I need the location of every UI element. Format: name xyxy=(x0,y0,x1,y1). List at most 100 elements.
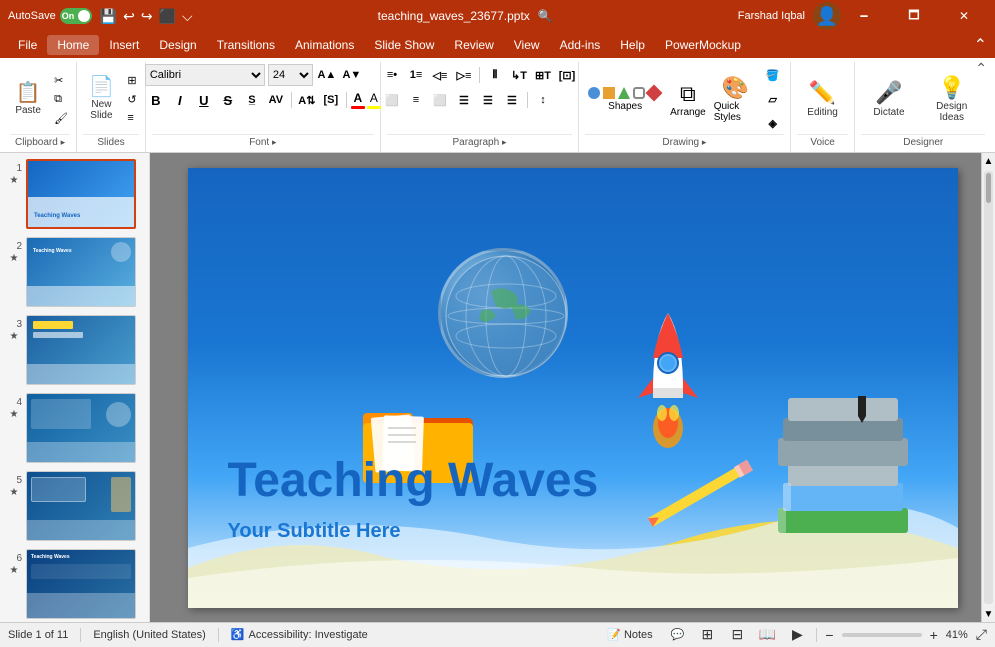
align-center-button[interactable]: ≡ xyxy=(405,89,427,111)
menu-animations[interactable]: Animations xyxy=(285,35,364,55)
menu-view[interactable]: View xyxy=(504,35,550,55)
justify-button[interactable]: ☰ xyxy=(453,89,475,111)
zoom-slider[interactable] xyxy=(842,633,922,637)
underline-button[interactable]: U xyxy=(193,89,215,111)
maximize-button[interactable]: 🗖 xyxy=(891,0,937,32)
scroll-down-button[interactable]: ▼ xyxy=(982,606,995,622)
highlight-color-button[interactable]: A xyxy=(367,91,381,109)
reading-view-button[interactable]: 📖 xyxy=(756,624,778,646)
slide-thumb-6[interactable]: 6 ★ Teaching Waves xyxy=(4,547,145,621)
autosave-label: AutoSave xyxy=(8,10,56,22)
font-color-button[interactable]: A xyxy=(351,91,365,109)
slide-layout-button[interactable]: ⊞ xyxy=(123,72,140,89)
bold-button[interactable]: B xyxy=(145,89,167,111)
align-left-button[interactable]: ⬜ xyxy=(381,89,403,111)
smartart-button[interactable]: [⊡] xyxy=(556,64,578,86)
undo-icon[interactable]: ↩ xyxy=(123,8,135,25)
char-spacing-button[interactable]: AV xyxy=(265,89,287,111)
justify-right-button[interactable]: ☰ xyxy=(477,89,499,111)
save-icon[interactable]: 💾 xyxy=(100,8,117,25)
slide-sorter-button[interactable]: ⊟ xyxy=(726,624,748,646)
paste-button[interactable]: 📋 Paste xyxy=(8,80,48,119)
autosave-section: AutoSave On xyxy=(8,8,92,24)
bullets-button[interactable]: ≡• xyxy=(381,64,403,86)
slide-thumb-2[interactable]: 2 ★ Teaching Waves xyxy=(4,235,145,309)
section-button[interactable]: ≡ xyxy=(123,110,140,126)
menu-design[interactable]: Design xyxy=(149,35,206,55)
strikethrough-button[interactable]: S xyxy=(217,89,239,111)
menu-insert[interactable]: Insert xyxy=(99,35,149,55)
font-color-bar xyxy=(351,106,365,109)
comments-button[interactable]: 💬 xyxy=(667,626,689,643)
zoom-out-button[interactable]: − xyxy=(825,627,833,643)
font-family-select[interactable]: Calibri xyxy=(145,64,265,86)
slide-subtitle[interactable]: Your Subtitle Here xyxy=(228,520,401,543)
increase-indent-button[interactable]: ▷≡ xyxy=(453,64,475,86)
shape-fill-button[interactable]: 🪣 xyxy=(762,64,784,86)
cut-button[interactable]: ✂ xyxy=(50,72,72,89)
text-direction-para-button[interactable]: ↳T xyxy=(508,64,530,86)
notes-button[interactable]: 📝 Notes xyxy=(601,626,658,643)
zoom-in-button[interactable]: + xyxy=(930,627,938,643)
menu-powermockup[interactable]: PowerMockup xyxy=(655,35,751,55)
accessibility-button[interactable]: ♿ Accessibility: Investigate xyxy=(231,628,368,641)
slide-canvas[interactable]: Teaching Waves Your Subtitle Here xyxy=(188,168,958,608)
new-slide-button[interactable]: 📄 NewSlide xyxy=(81,74,121,124)
slide-thumb-4[interactable]: 4 ★ xyxy=(4,391,145,465)
fit-slide-button[interactable]: ⤢ xyxy=(976,626,987,643)
shapes-button[interactable]: Shapes xyxy=(585,84,665,115)
decrease-font-size-button[interactable]: A▼ xyxy=(341,64,363,86)
ribbon-collapse-button[interactable]: ⌃ xyxy=(975,60,987,77)
dictate-button[interactable]: 🎤 Dictate xyxy=(861,76,916,121)
menu-file[interactable]: File xyxy=(8,35,47,55)
quick-styles-button[interactable]: 🎨 Quick Styles xyxy=(711,72,760,126)
slide-thumb-1[interactable]: 1 ★ Teaching Waves xyxy=(4,157,145,231)
redo-icon[interactable]: ↪ xyxy=(141,8,153,25)
design-ideas-button[interactable]: 💡 Design Ideas xyxy=(918,71,985,127)
shape-outline-button[interactable]: ▱ xyxy=(762,88,784,110)
decrease-indent-button[interactable]: ◁≡ xyxy=(429,64,451,86)
slide-thumb-3[interactable]: 3 ★ xyxy=(4,313,145,387)
format-painter-button[interactable]: 🖌 xyxy=(50,110,72,127)
present-icon[interactable]: ⬛ xyxy=(159,8,176,25)
menu-slideshow[interactable]: Slide Show xyxy=(364,35,444,55)
editing-button[interactable]: ✏️ Editing xyxy=(795,76,850,121)
menu-help[interactable]: Help xyxy=(610,35,655,55)
slide-title[interactable]: Teaching Waves xyxy=(228,453,599,508)
line-spacing-button[interactable]: ↕ xyxy=(532,89,554,111)
columns-button[interactable]: ⫴ xyxy=(484,64,506,86)
increase-font-size-button[interactable]: A▲ xyxy=(316,64,338,86)
more-icon[interactable]: ⌵ xyxy=(182,8,193,25)
quick-access-toolbar: 💾 ↩ ↪ ⬛ ⌵ xyxy=(100,8,193,25)
arrange-label: Arrange xyxy=(670,107,706,118)
close-button[interactable]: ✕ xyxy=(941,0,987,32)
search-icon[interactable]: 🔍 xyxy=(538,9,553,23)
justify-all-button[interactable]: ☰ xyxy=(501,89,523,111)
scroll-up-button[interactable]: ▲ xyxy=(982,153,995,169)
shadow-button[interactable]: S̲ xyxy=(241,89,263,111)
shape-effects-button[interactable]: ◈ xyxy=(762,112,784,134)
font-size-select[interactable]: 24 xyxy=(268,64,313,86)
arrange-button[interactable]: ⧉ Arrange xyxy=(667,78,709,121)
menu-review[interactable]: Review xyxy=(444,35,503,55)
numbering-button[interactable]: 1≡ xyxy=(405,64,427,86)
normal-view-button[interactable]: ⊞ xyxy=(696,624,718,646)
menu-transitions[interactable]: Transitions xyxy=(207,35,285,55)
reset-button[interactable]: ↺ xyxy=(123,91,140,108)
scroll-track[interactable] xyxy=(984,171,993,604)
minimize-button[interactable]: 🗕 xyxy=(841,0,887,32)
convert-to-smartart-button[interactable]: [S] xyxy=(320,89,342,111)
slide-thumb-5[interactable]: 5 ★ xyxy=(4,469,145,543)
collapse-ribbon-icon[interactable]: ⌃ xyxy=(974,35,987,55)
align-text-button[interactable]: ⊞T xyxy=(532,64,554,86)
menu-addins[interactable]: Add-ins xyxy=(550,35,611,55)
text-direction-button[interactable]: A⇅ xyxy=(296,89,318,111)
slideshow-button[interactable]: ▶ xyxy=(786,624,808,646)
align-right-button[interactable]: ⬜ xyxy=(429,89,451,111)
avatar[interactable]: 👤 xyxy=(813,2,841,30)
copy-button[interactable]: ⧉ xyxy=(50,91,72,108)
italic-button[interactable]: I xyxy=(169,89,191,111)
autosave-toggle[interactable]: On xyxy=(60,8,92,24)
slide-info: Slide 1 of 11 xyxy=(8,629,68,641)
menu-home[interactable]: Home xyxy=(47,35,99,55)
